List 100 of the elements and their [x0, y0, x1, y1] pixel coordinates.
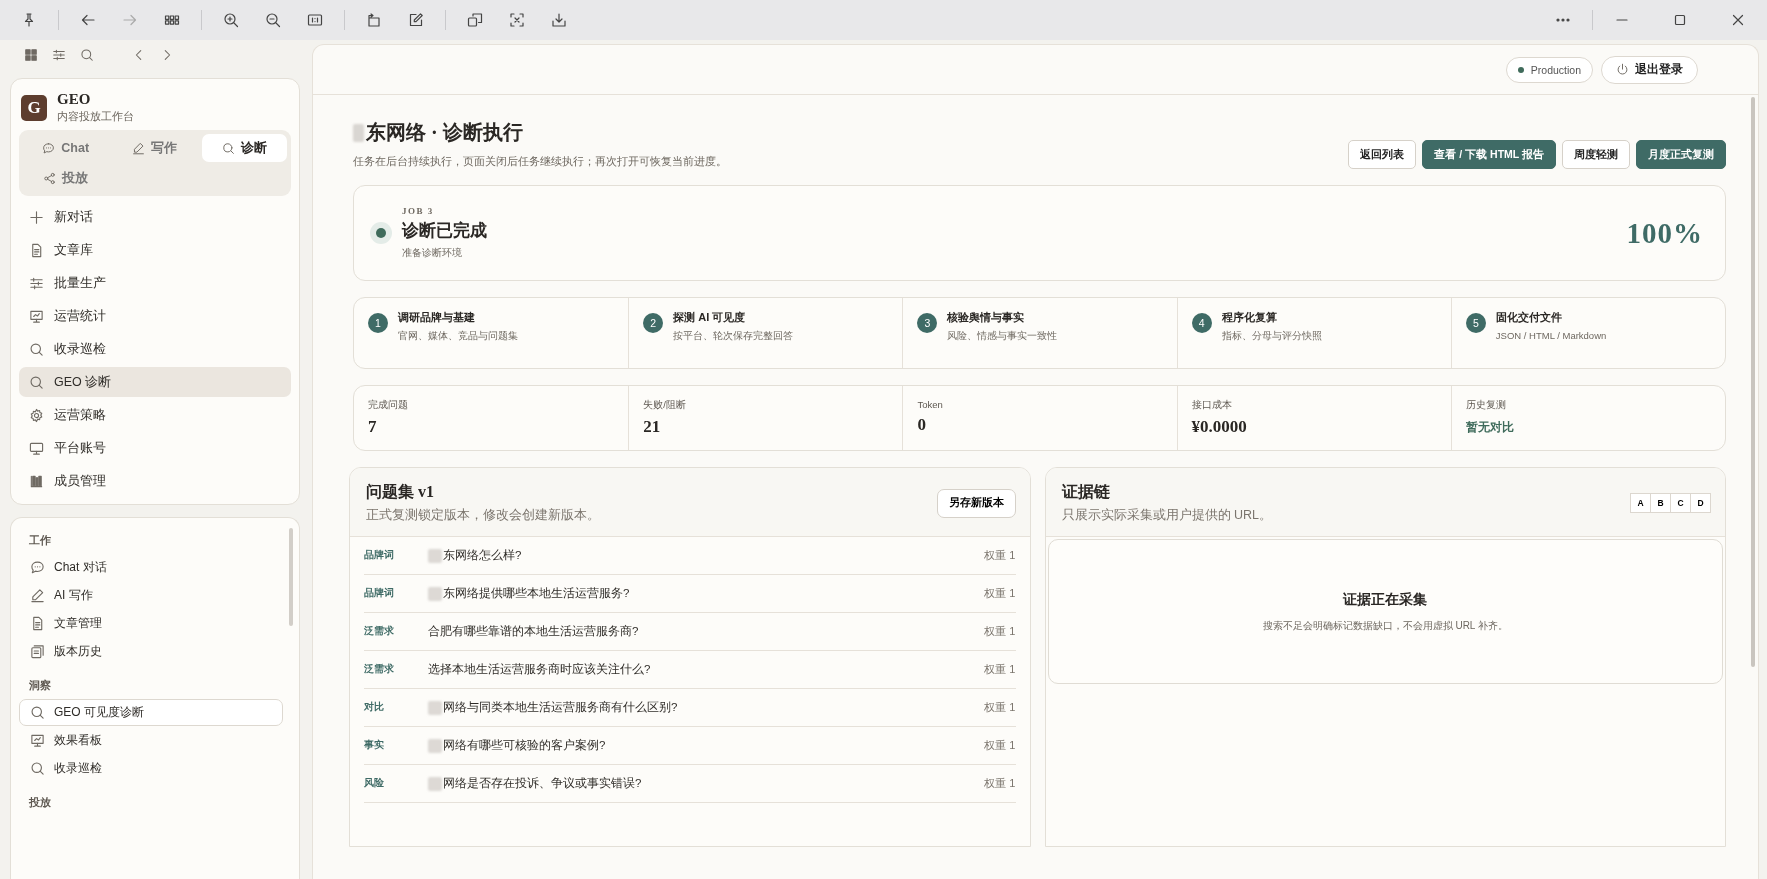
document-icon	[29, 242, 44, 258]
step-title: 探测 AI 可见度	[673, 310, 747, 325]
plus-icon	[29, 209, 44, 225]
metric-value: 暂无对比	[1465, 419, 1515, 436]
search-icon	[30, 705, 45, 720]
panel-subtitle: 正式复测锁定版本，修改会创建新版本。	[366, 507, 600, 524]
pages-icon	[30, 644, 45, 659]
question-text: 东网络提供哪些本地生活运营服务?	[443, 586, 630, 601]
search-icon	[30, 761, 45, 776]
action-button[interactable]: 月度正式复测	[1636, 140, 1726, 169]
metric-value: 21	[643, 417, 662, 437]
action-button[interactable]: 查看 / 下载 HTML 报告	[1422, 140, 1556, 169]
sliders-icon	[29, 275, 44, 291]
nav-item[interactable]: 成员管理	[19, 466, 291, 496]
section-heading: 工作	[28, 533, 52, 548]
filter-toggle[interactable]: D	[1690, 493, 1711, 513]
nav-item[interactable]: 新对话	[19, 202, 291, 232]
question-weight: 权重 1	[984, 662, 1016, 677]
step-description: 风险、情感与事实一致性	[947, 330, 1058, 343]
presentation-board-icon	[29, 308, 44, 324]
job-status: 诊断已完成	[402, 220, 487, 242]
question-tag: 风险	[364, 777, 428, 790]
books-icon	[29, 473, 44, 489]
progress-percent: 100%	[1626, 216, 1703, 250]
panel-title: 证据链	[1061, 482, 1111, 502]
job-tag: JOB 3	[402, 206, 487, 216]
question-tag: 泛需求	[364, 625, 428, 638]
app-logo: G	[21, 94, 47, 121]
step-title: 固化交付文件	[1495, 310, 1563, 325]
metric-value: ¥0.0000	[1191, 417, 1248, 437]
menu-item[interactable]: GEO 可见度诊断	[19, 699, 283, 726]
nav-item[interactable]: 批量生产	[19, 268, 291, 298]
step-number: 2	[643, 313, 664, 333]
job-detail: 准备诊断环境	[402, 246, 463, 260]
mode-tab[interactable]: 诊断	[201, 134, 287, 162]
logout-button[interactable]: 退出登录	[1601, 55, 1698, 84]
app-subtitle: 内容投放工作台	[57, 109, 134, 124]
search-icon	[29, 341, 44, 357]
environment-label: Production	[1530, 63, 1581, 76]
menu-item[interactable]: 效果看板	[19, 727, 283, 754]
metric-label: 完成问题	[368, 399, 409, 412]
filter-toggle[interactable]: B	[1650, 493, 1671, 513]
action-button[interactable]: 返回列表	[1348, 140, 1417, 169]
step-description: 指标、分母与评分快照	[1221, 330, 1322, 343]
menu-item[interactable]: 文章管理	[19, 610, 283, 637]
step-title: 调研品牌与基建	[398, 310, 476, 325]
mode-tab[interactable]: 投放	[23, 164, 109, 192]
question-text: 东网络怎么样?	[443, 548, 522, 563]
mode-tab[interactable]: 写作	[112, 134, 198, 162]
page-subtitle: 任务在后台持续执行，页面关闭后任务继续执行；再次打开可恢复当前进度。	[353, 154, 727, 169]
question-weight: 权重 1	[984, 548, 1016, 563]
chat-bubble-icon	[30, 560, 45, 575]
question-tag: 品牌词	[364, 587, 428, 600]
pen-icon	[132, 141, 146, 155]
step-description: 按平台、轮次保存完整回答	[673, 330, 794, 343]
panel-subtitle: 只展示实际采集或用户提供的 URL。	[1061, 507, 1272, 524]
power-icon	[1616, 63, 1629, 76]
status-dot	[1517, 66, 1524, 73]
question-text: 网络有哪些可核验的客户案例?	[443, 738, 606, 753]
question-text: 选择本地生活运营服务商时应该关注什么?	[428, 662, 651, 677]
menu-item[interactable]: AI 写作	[19, 582, 283, 609]
pen-icon	[30, 588, 45, 603]
menu-item[interactable]: Chat 对话	[19, 554, 283, 581]
nav-item[interactable]: 平台账号	[19, 433, 291, 463]
step-title: 程序化复算	[1221, 310, 1278, 325]
metric-value: 7	[368, 417, 378, 437]
nav-item[interactable]: 运营统计	[19, 301, 291, 331]
mode-tab[interactable]: Chat	[23, 134, 109, 162]
step-description: JSON / HTML / Markdown	[1495, 330, 1607, 341]
question-text: 网络是否存在投诉、争议或事实错误?	[443, 776, 642, 791]
question-tag: 品牌词	[364, 549, 428, 562]
menu-item[interactable]: 版本历史	[19, 638, 283, 665]
nav-item[interactable]: 收录巡检	[19, 334, 291, 364]
question-tag: 事实	[364, 739, 428, 752]
question-weight: 权重 1	[984, 776, 1016, 791]
section-heading: 投放	[28, 795, 52, 810]
filter-toggle[interactable]: A	[1630, 493, 1651, 513]
action-button[interactable]: 周度轻测	[1562, 140, 1630, 169]
monitor-icon	[29, 440, 44, 456]
empty-state-title: 证据正在采集	[1343, 590, 1428, 609]
save-version-button[interactable]: 另存新版本	[936, 488, 1016, 518]
nav-item[interactable]: 运营策略	[19, 400, 291, 430]
step-number: 3	[917, 313, 938, 333]
nav-item[interactable]: 文章库	[19, 235, 291, 265]
step-number: 5	[1465, 313, 1486, 333]
metric-label: 历史复测	[1465, 399, 1507, 412]
status-indicator-icon	[370, 222, 392, 244]
nav-item[interactable]: GEO 诊断	[19, 367, 291, 397]
panel-title: 问题集 v1	[366, 482, 435, 502]
menu-item[interactable]: 收录巡检	[19, 755, 283, 782]
question-weight: 权重 1	[984, 586, 1016, 601]
scrollbar[interactable]	[1751, 97, 1755, 667]
section-heading: 洞察	[28, 678, 52, 693]
document-icon	[30, 616, 45, 631]
scrollbar[interactable]	[289, 528, 293, 626]
question-weight: 权重 1	[984, 624, 1016, 639]
empty-state-text: 搜索不足会明确标记数据缺口，不会用虚拟 URL 补齐。	[1262, 618, 1508, 633]
search-icon	[29, 374, 44, 390]
filter-toggle[interactable]: C	[1670, 493, 1691, 513]
metric-label: 失败/阻断	[643, 399, 687, 412]
